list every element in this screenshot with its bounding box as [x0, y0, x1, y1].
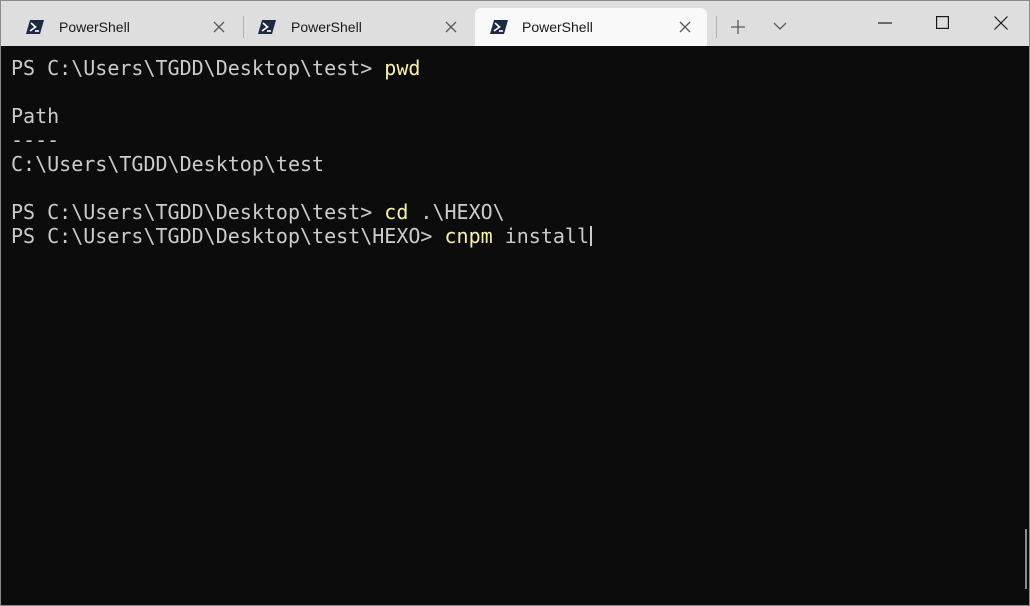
close-tab-icon[interactable] — [213, 21, 225, 33]
tab-powershell-1[interactable]: PowerShell — [2, 8, 234, 46]
powershell-icon — [26, 20, 44, 34]
output-text: ---- — [11, 128, 60, 152]
close-icon[interactable] — [994, 16, 1008, 30]
prompt: PS C:\Users\TGDD\Desktop\test> — [11, 56, 385, 80]
plus-icon[interactable] — [730, 19, 746, 35]
prompt: PS C:\Users\TGDD\Desktop\test> — [11, 200, 385, 224]
output-text: Path — [11, 104, 60, 128]
output-text: C:\Users\TGDD\Desktop\test — [11, 152, 325, 176]
chevron-down-icon[interactable] — [773, 21, 787, 31]
command: pwd — [384, 56, 421, 80]
command: cnpm — [444, 224, 493, 248]
powershell-icon — [490, 20, 508, 34]
powershell-icon — [258, 20, 276, 34]
close-tab-icon[interactable] — [445, 21, 457, 33]
output-line: Path — [11, 104, 592, 128]
command-args: .\HEXO\ — [408, 200, 505, 224]
scrollbar[interactable] — [1025, 529, 1027, 589]
tab-title: PowerShell — [522, 19, 593, 35]
tab-powershell-2[interactable]: PowerShell — [234, 8, 466, 46]
tab-title: PowerShell — [59, 19, 130, 35]
terminal-window: PowerShell PowerShell PowerShell PS C:\U… — [0, 0, 1030, 606]
tab-divider — [716, 16, 717, 38]
terminal-output: PS C:\Users\TGDD\Desktop\test> pwd Path --… — [11, 56, 592, 248]
title-bar: PowerShell PowerShell PowerShell — [1, 1, 1029, 46]
tab-powershell-3-active[interactable]: PowerShell — [475, 8, 707, 46]
prompt-line: PS C:\Users\TGDD\Desktop\test\HEXO> cnpm… — [11, 224, 592, 248]
command-args: install — [492, 224, 589, 248]
tab-title: PowerShell — [291, 19, 362, 35]
prompt-line: PS C:\Users\TGDD\Desktop\test> pwd — [11, 56, 592, 80]
command: cd — [384, 200, 409, 224]
output-line: C:\Users\TGDD\Desktop\test — [11, 152, 592, 176]
minimize-icon[interactable] — [878, 22, 892, 24]
text-cursor — [589, 226, 592, 246]
prompt: PS C:\Users\TGDD\Desktop\test\HEXO> — [11, 224, 445, 248]
prompt-line: PS C:\Users\TGDD\Desktop\test> cd .\HEXO… — [11, 200, 592, 224]
maximize-icon[interactable] — [936, 16, 949, 29]
close-tab-icon[interactable] — [679, 21, 691, 33]
terminal-area[interactable]: PS C:\Users\TGDD\Desktop\test> pwd Path --… — [1, 46, 1029, 605]
output-line: ---- — [11, 128, 592, 152]
